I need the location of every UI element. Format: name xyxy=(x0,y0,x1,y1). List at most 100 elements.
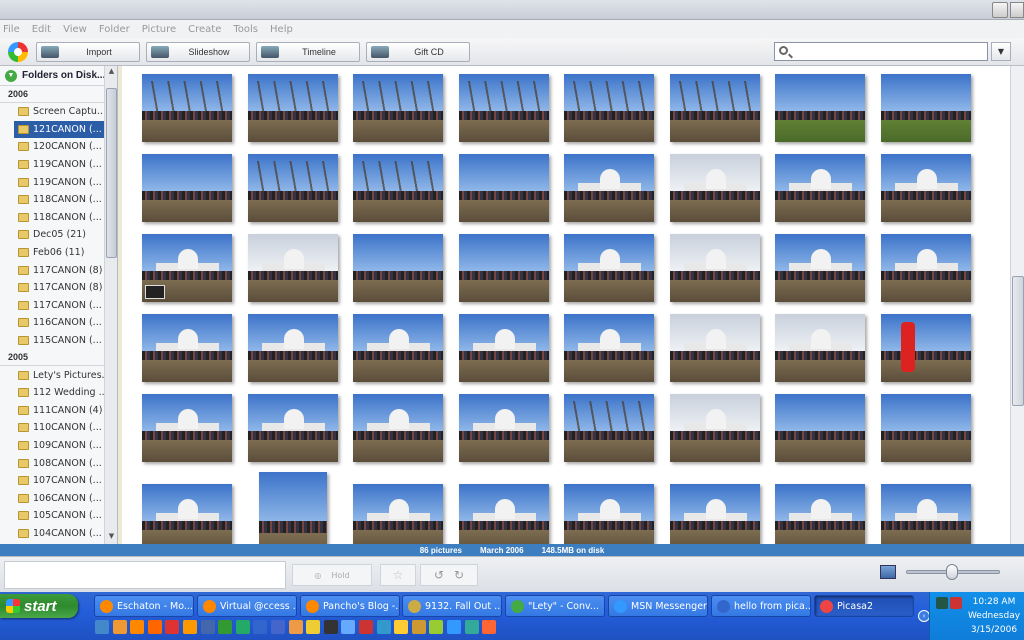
photo-thumbnail[interactable] xyxy=(459,154,549,222)
photo-thumbnail[interactable] xyxy=(459,314,549,382)
folder-item[interactable]: 107CANON (... xyxy=(0,472,104,490)
menu-file[interactable]: File xyxy=(3,24,20,35)
folder-item[interactable]: 108CANON (... xyxy=(0,454,104,472)
photo-thumbnail[interactable] xyxy=(670,74,760,142)
quick-launch-icon[interactable] xyxy=(253,620,268,634)
folder-item[interactable]: 105CANON (... xyxy=(0,507,104,525)
photo-thumbnail[interactable] xyxy=(881,394,971,462)
quick-launch-icon[interactable] xyxy=(235,620,250,634)
photo-thumbnail[interactable] xyxy=(248,154,338,222)
folder-item[interactable]: 119CANON (... xyxy=(0,156,104,174)
folder-item[interactable]: Lety's Pictures... xyxy=(0,366,104,384)
photo-thumbnail[interactable] xyxy=(459,74,549,142)
photo-thumbnail[interactable] xyxy=(248,74,338,142)
photo-thumbnail[interactable] xyxy=(248,394,338,462)
photo-thumbnail[interactable] xyxy=(564,394,654,462)
photo-thumbnail[interactable] xyxy=(564,314,654,382)
photo-thumbnail[interactable] xyxy=(564,154,654,222)
photo-thumbnail[interactable] xyxy=(353,484,443,544)
sidebar-scroll-thumb[interactable] xyxy=(106,88,117,258)
photo-thumbnail[interactable] xyxy=(142,394,232,462)
photo-thumbnail[interactable] xyxy=(142,74,232,142)
photo-thumbnail[interactable] xyxy=(459,394,549,462)
folder-item[interactable]: 117CANON (8) xyxy=(0,279,104,297)
folders-header[interactable]: ▼ Folders on Disk... xyxy=(0,66,117,86)
star-button[interactable]: ☆ xyxy=(380,564,416,586)
quick-launch-icon[interactable] xyxy=(95,620,109,634)
quick-launch-icon[interactable] xyxy=(429,620,444,634)
quick-launch-icon[interactable] xyxy=(165,620,180,634)
photo-thumbnail[interactable] xyxy=(881,154,971,222)
collapse-icon[interactable]: ▼ xyxy=(5,69,17,82)
folder-item[interactable]: 112 Wedding ... xyxy=(0,384,104,402)
photo-thumbnail[interactable] xyxy=(564,484,654,544)
rotate-left-icon[interactable]: ↺ xyxy=(434,568,444,582)
folder-item[interactable]: 110CANON (... xyxy=(0,419,104,437)
tray-selection-box[interactable] xyxy=(4,561,286,589)
rotate-right-icon[interactable]: ↻ xyxy=(454,568,464,582)
main-scroll-thumb[interactable] xyxy=(1012,276,1024,406)
folder-item[interactable]: 121CANON (... xyxy=(14,120,104,139)
quick-launch-icon[interactable] xyxy=(112,620,127,634)
clock-time[interactable]: 10:28 AM xyxy=(966,597,1022,607)
scroll-up-icon[interactable]: ▲ xyxy=(106,67,117,78)
import-button[interactable]: Import xyxy=(36,42,140,62)
quick-launch-icon[interactable] xyxy=(218,620,233,634)
antivirus-icon[interactable] xyxy=(950,597,962,609)
menu-tools[interactable]: Tools xyxy=(233,24,258,35)
menu-help[interactable]: Help xyxy=(270,24,293,35)
hold-button[interactable]: ◎ Hold xyxy=(292,564,372,586)
taskbar-button[interactable]: MSN Messenger xyxy=(608,595,708,617)
photo-thumbnail[interactable] xyxy=(142,314,232,382)
folder-item[interactable]: 118CANON (... xyxy=(0,209,104,227)
photo-thumbnail[interactable] xyxy=(353,394,443,462)
photo-thumbnail[interactable] xyxy=(775,154,865,222)
photo-thumbnail[interactable] xyxy=(142,154,232,222)
main-scrollbar[interactable] xyxy=(1010,66,1024,544)
taskbar-button[interactable]: Eschaton - Mo... xyxy=(94,595,194,617)
menu-edit[interactable]: Edit xyxy=(32,24,51,35)
photo-thumbnail[interactable] xyxy=(775,484,865,544)
taskbar-button[interactable]: Virtual @ccess ... xyxy=(197,595,297,617)
taskbar-button[interactable]: 9132. Fall Out ... xyxy=(402,595,502,617)
photo-thumbnail[interactable] xyxy=(353,154,443,222)
photo-thumbnail[interactable] xyxy=(881,484,971,544)
photo-thumbnail[interactable] xyxy=(775,234,865,302)
photo-thumbnail[interactable] xyxy=(353,314,443,382)
photo-thumbnail[interactable] xyxy=(670,154,760,222)
slider-knob[interactable] xyxy=(946,564,958,580)
quick-launch-icon[interactable] xyxy=(183,620,197,634)
photo-thumbnail[interactable] xyxy=(564,74,654,142)
quick-launch-icon[interactable] xyxy=(200,620,215,634)
photo-thumbnail[interactable] xyxy=(248,314,338,382)
photo-thumbnail[interactable] xyxy=(564,234,654,302)
folder-item[interactable]: 120CANON (... xyxy=(0,138,104,156)
photo-thumbnail[interactable] xyxy=(142,484,232,544)
network-icon[interactable] xyxy=(936,597,948,609)
quick-launch-icon[interactable] xyxy=(341,620,356,634)
quick-launch-icon[interactable] xyxy=(359,620,373,634)
quick-launch-icon[interactable] xyxy=(323,620,338,634)
photo-thumbnail[interactable] xyxy=(459,484,549,544)
quick-launch-icon[interactable] xyxy=(147,620,162,634)
folder-item[interactable]: 104CANON (... xyxy=(0,525,104,543)
photo-thumbnail[interactable] xyxy=(259,472,327,544)
quick-launch-icon[interactable] xyxy=(271,620,285,634)
quick-launch-icon[interactable] xyxy=(464,620,479,634)
taskbar-button[interactable]: hello from pica... xyxy=(711,595,811,617)
photo-thumbnail[interactable] xyxy=(670,394,760,462)
quick-launch-icon[interactable] xyxy=(447,620,461,634)
photo-thumbnail[interactable] xyxy=(353,234,443,302)
photo-thumbnail[interactable] xyxy=(881,234,971,302)
photo-thumbnail[interactable] xyxy=(459,234,549,302)
quick-launch-icon[interactable] xyxy=(306,620,321,634)
folder-item[interactable]: 115CANON (... xyxy=(0,332,104,350)
menu-create[interactable]: Create xyxy=(188,24,221,35)
menu-view[interactable]: View xyxy=(63,24,87,35)
quick-launch-icon[interactable] xyxy=(482,620,497,634)
close-button[interactable] xyxy=(1010,2,1024,18)
quick-launch-icon[interactable] xyxy=(130,620,145,634)
menu-folder[interactable]: Folder xyxy=(99,24,130,35)
menu-picture[interactable]: Picture xyxy=(142,24,176,35)
folder-item[interactable]: 117CANON (8) xyxy=(0,261,104,279)
